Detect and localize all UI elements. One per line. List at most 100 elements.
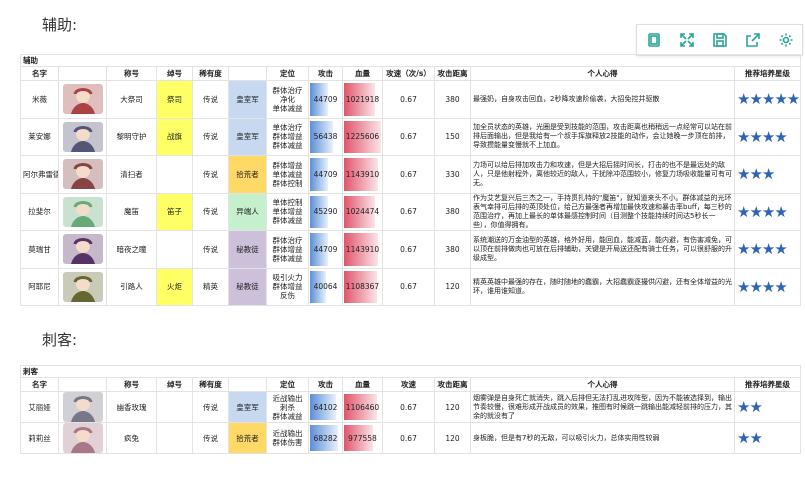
- hero-faction: 异端人: [228, 192, 267, 231]
- hero-attack: 64102: [308, 391, 343, 423]
- hp-value: 977558: [348, 433, 377, 443]
- star-rating: ★★★★★: [733, 80, 802, 119]
- hero-avatar: [58, 391, 107, 423]
- hero-note: 身板脆，但是有7秒的无敌，可以吸引火力，总体实用性较弱: [470, 422, 735, 454]
- table-row: 拉斐尔 魔笛 笛子 传说 异端人 单体控制 单体增益 群体减益 45290 1024474 0.…: [20, 192, 802, 231]
- hero-attack-speed: 0.67: [382, 422, 435, 454]
- hero-faction: 皇室军: [228, 391, 267, 423]
- hero-name: 莉莉丝: [20, 422, 59, 454]
- hero-title: 暗夜之瞳: [106, 230, 157, 269]
- hero-attack: 44709: [308, 80, 343, 119]
- column-header: 定位: [266, 377, 309, 392]
- hero-rarity: 精英: [192, 267, 229, 306]
- save-icon[interactable]: [709, 29, 731, 51]
- hp-value: 1143910: [345, 169, 380, 179]
- attack-value: 44709: [313, 244, 338, 254]
- column-header: [58, 377, 107, 392]
- hero-hp: 1143910: [342, 230, 383, 269]
- attack-value: 68282: [313, 433, 338, 443]
- avatar: [62, 423, 103, 453]
- hero-attack: 56438: [308, 117, 343, 156]
- column-header: 稀有度: [192, 66, 229, 81]
- column-header: 绰号: [156, 377, 193, 392]
- hp-value: 1024474: [345, 207, 380, 217]
- hero-faction: 拾荒者: [228, 155, 267, 194]
- gear-icon[interactable]: [775, 29, 797, 51]
- hero-name: 拉斐尔: [20, 192, 59, 231]
- column-header: 血量: [342, 377, 383, 392]
- hero-role: 近战输出 刺杀 群体减益: [266, 391, 309, 423]
- column-header: 推荐培养星级: [733, 377, 802, 392]
- hero-avatar: [58, 192, 107, 231]
- table-row: 莱安娜 黎明守护 战旗 传说 皇室军 单体治疗 群体增益 群体减益 56438 1225606…: [20, 117, 802, 156]
- column-header: 称号: [106, 66, 157, 81]
- hp-value: 1106460: [345, 402, 380, 412]
- column-header: 个人心得: [470, 377, 735, 392]
- hero-hp: 1143910: [342, 155, 383, 194]
- hero-hp: 1024474: [342, 192, 383, 231]
- hero-attack-range: 330: [434, 155, 471, 194]
- hero-attack: 45290: [308, 192, 343, 231]
- hero-attack-range: 150: [434, 117, 471, 156]
- hero-nickname: 火炬: [156, 267, 193, 306]
- table-row: 阿尔弗雷德 清扫者 传说 拾荒者 群体增益 单体减益 群体控制 44709 1143910 0…: [20, 155, 802, 194]
- hero-title: 引路人: [106, 267, 157, 306]
- hero-avatar: [58, 422, 107, 454]
- column-header: 攻速: [382, 377, 435, 392]
- column-header: 名字: [20, 66, 59, 81]
- hero-title: 幽香玫瑰: [106, 391, 157, 423]
- hero-role: 单体控制 单体增益 群体减益: [266, 192, 309, 231]
- attack-value: 45290: [313, 207, 338, 217]
- hero-attack: 68282: [308, 422, 343, 454]
- hero-note: 力场可以给后排加攻击力和攻速，但是大招后摇时间长，打击的也不是最远处的敌人，只是…: [470, 155, 735, 194]
- hero-avatar: [58, 117, 107, 156]
- table-row: 莉莉丝 疯兔 传说 拾荒者 近战输出 群体伤害 68282 977558 0.67 120 身板脆…: [20, 422, 802, 454]
- hero-title: 疯兔: [106, 422, 157, 454]
- hero-attack-range: 120: [434, 267, 471, 306]
- hero-hp: 1021918: [342, 80, 383, 119]
- hero-title: 清扫者: [106, 155, 157, 194]
- hero-attack-speed: 0.67: [382, 117, 435, 156]
- hero-note: 烟雾弹是自身死亡就消失，跳入后排但无法打乱进攻阵型，因为不能被选择到，输出节奏较…: [470, 391, 735, 423]
- section-title-support: 辅助:: [42, 16, 78, 34]
- column-header: [58, 66, 107, 81]
- window-icon[interactable]: [643, 29, 665, 51]
- hero-name: 米薇: [20, 80, 59, 119]
- hero-avatar: [58, 230, 107, 269]
- hero-faction: 秘教徒: [228, 230, 267, 269]
- hero-rarity: 传说: [192, 117, 229, 156]
- column-header: 名字: [20, 377, 59, 392]
- hero-name: 阿耶尼: [20, 267, 59, 306]
- avatar: [62, 121, 103, 152]
- attack-value: 44709: [313, 169, 338, 179]
- avatar: [62, 234, 103, 265]
- hero-title: 黎明守护: [106, 117, 157, 156]
- attack-value: 44709: [313, 94, 338, 104]
- hero-faction: 秘教徒: [228, 267, 267, 306]
- hero-nickname: [156, 155, 193, 194]
- hero-nickname: 祭司: [156, 80, 193, 119]
- hero-note: 加全员状态的英雄，光圈是受到技能的范围，攻击距离也稍稍远一点经常可以站在前排后面…: [470, 117, 735, 156]
- hp-value: 1143910: [345, 244, 380, 254]
- column-header: 攻击距离: [434, 66, 471, 81]
- hero-rarity: 传说: [192, 422, 229, 454]
- share-icon[interactable]: [742, 29, 764, 51]
- column-header: 攻击距离: [434, 377, 471, 392]
- hero-attack-speed: 0.67: [382, 192, 435, 231]
- hp-value: 1021918: [345, 94, 380, 104]
- column-header: 稀有度: [192, 377, 229, 392]
- column-header: [228, 66, 267, 81]
- column-header: 攻击: [308, 377, 343, 392]
- table-row: 米薇 大祭司 祭司 传说 皇室军 群体治疗 净化 单体减益 44709 1021918 0.67…: [20, 80, 802, 119]
- hp-value: 1225606: [345, 132, 380, 142]
- hero-name: 艾丽娅: [20, 391, 59, 423]
- fullscreen-icon[interactable]: [676, 29, 698, 51]
- hero-title: 魔笛: [106, 192, 157, 231]
- hero-nickname: [156, 391, 193, 423]
- table-row: 艾丽娅 幽香玫瑰 传说 皇室军 近战输出 刺杀 群体减益 64102 1106460 0.67…: [20, 391, 802, 423]
- hero-attack: 44709: [308, 155, 343, 194]
- column-header: [228, 377, 267, 392]
- avatar: [62, 84, 103, 115]
- column-header: 攻击: [308, 66, 343, 81]
- hero-rarity: 传说: [192, 230, 229, 269]
